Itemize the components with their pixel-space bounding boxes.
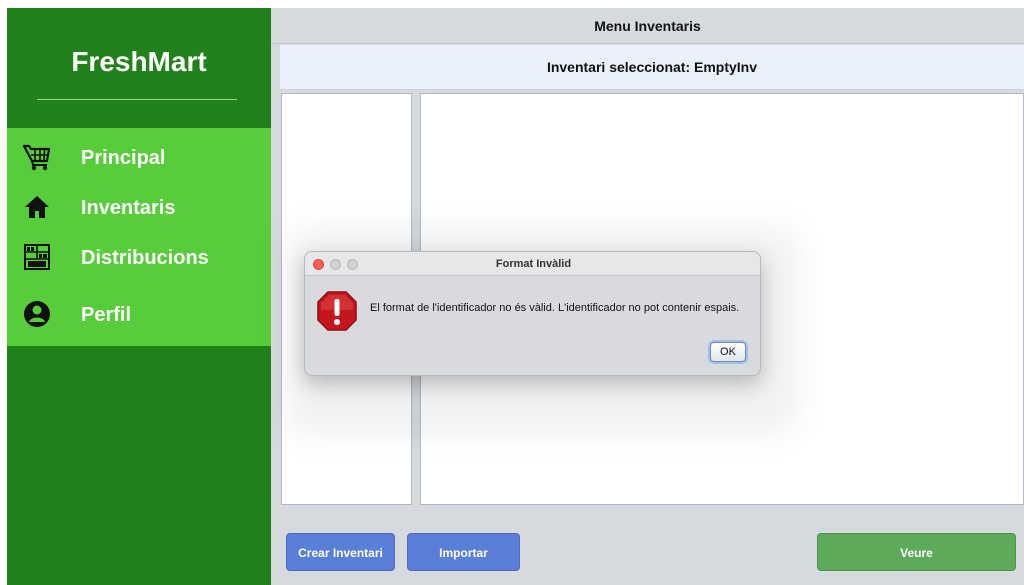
- error-dialog: Format Invàlid El format de l'identifica…: [304, 251, 761, 376]
- selected-inventory-label: Inventari seleccionat: EmptyInv: [280, 45, 1024, 90]
- sidebar-item-inventaris[interactable]: Inventaris: [7, 188, 271, 228]
- user-profile-icon: [24, 301, 50, 327]
- warning-icon: [317, 291, 357, 331]
- sidebar: FreshMart Principal Inventaris Distribuc…: [7, 8, 271, 585]
- brand-divider: [37, 99, 237, 100]
- brand-area: FreshMart: [7, 8, 271, 128]
- sidebar-item-label: Inventaris: [81, 197, 176, 219]
- sidebar-item-perfil[interactable]: Perfil: [7, 295, 271, 335]
- shopping-cart-icon: [22, 144, 51, 171]
- sidebar-item-label: Perfil: [81, 304, 132, 326]
- store-shelves-icon: [24, 244, 50, 270]
- sidebar-item-distribucions[interactable]: Distribucions: [7, 238, 271, 278]
- dialog-title: Format Invàlid: [495, 258, 572, 270]
- sidebar-menu: Principal Inventaris Distribucions Perfi…: [7, 128, 271, 346]
- page-title: Menu Inventaris: [271, 8, 1024, 44]
- sidebar-item-label: Principal: [81, 147, 166, 169]
- import-button[interactable]: Importar: [407, 533, 520, 571]
- view-button[interactable]: Veure: [817, 533, 1016, 571]
- dialog-message: El format de l'identificador no és vàlid…: [370, 302, 740, 314]
- sidebar-item-label: Distribucions: [81, 247, 209, 269]
- create-inventory-button[interactable]: Crear Inventari: [286, 533, 395, 571]
- brand-title: FreshMart: [71, 46, 207, 77]
- dialog-titlebar[interactable]: Format Invàlid: [305, 252, 760, 276]
- sidebar-item-principal[interactable]: Principal: [7, 138, 271, 178]
- home-icon: [25, 196, 49, 218]
- ok-button[interactable]: OK: [710, 342, 746, 362]
